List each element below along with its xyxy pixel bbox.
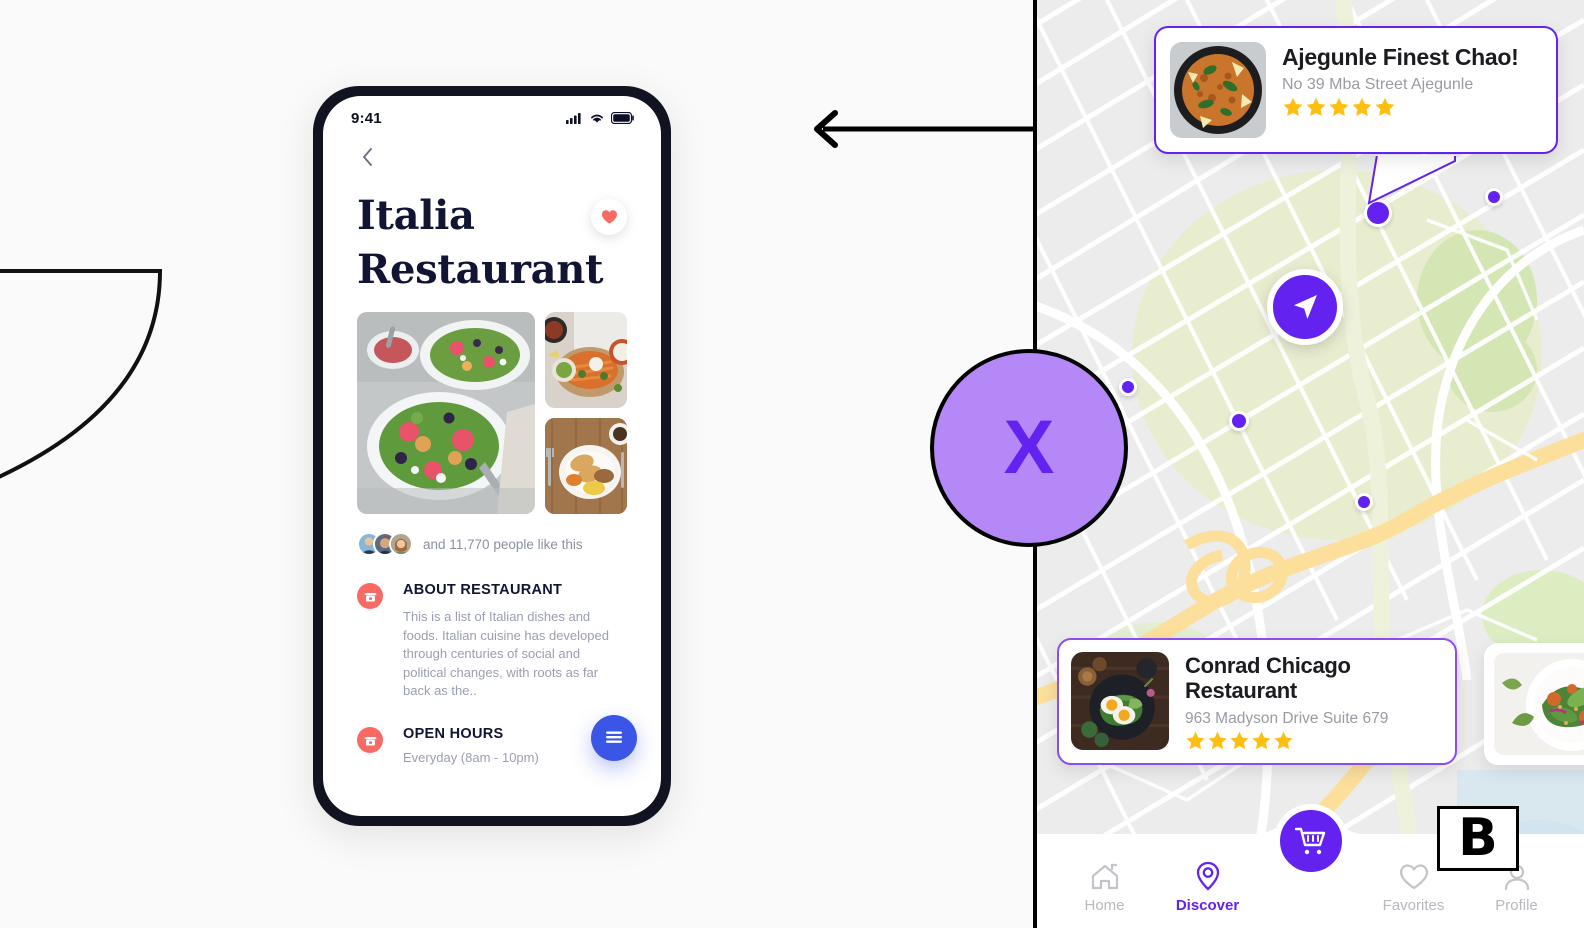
salad-bowls-photo [357,312,535,515]
left-arrow-annotation [814,110,1040,148]
title-row: Italia Restaurant [357,189,627,296]
rating-stars [1185,730,1443,751]
section-about-body: ABOUT RESTAURANT This is a list of Itali… [403,582,627,700]
nav-label: Profile [1495,897,1538,914]
map-pin-icon [1196,861,1219,891]
shopping-cart-icon [1294,827,1325,855]
home-icon [1091,863,1118,890]
menu-fab-button[interactable] [591,715,637,761]
phone-content: Italia Restaurant and 11,770 people like… [323,140,661,765]
avatar [389,532,413,557]
menu-list-icon [606,731,622,743]
callout-thumbnail [1170,42,1266,138]
cellular-signal-icon [566,113,581,124]
breakfast-plate-photo [545,418,627,515]
nav-item-home[interactable]: Home [1053,863,1156,914]
heart-outline-icon [1399,864,1428,890]
likes-text: and 11,770 people like this [423,536,583,552]
phone-mockup: 9:41 Italia Restaurant and 11,770 people… [313,86,671,826]
gallery-image-3[interactable] [545,418,627,515]
map-marker-dot[interactable] [1485,188,1503,206]
restaurant-callout-card[interactable]: Ajegunle Finest Chao! No 39 Mba Street A… [1154,26,1558,154]
callout-address: No 39 Mba Street Ajegunle [1282,75,1474,93]
wifi-icon [591,114,603,123]
section-text: This is a list of Italian dishes and foo… [403,609,609,698]
bottom-card-thumbnail [1071,652,1169,751]
star-icon [1208,731,1227,750]
status-bar: 9:41 [323,96,661,140]
status-time: 9:41 [351,109,382,127]
gallery-image-2[interactable] [545,312,627,409]
store-icon [357,727,383,754]
page-title: Italia Restaurant [357,192,604,293]
nav-label: Discover [1175,897,1240,914]
restaurant-peek-card[interactable] [1484,643,1584,765]
sweet-potato-salad-photo [1494,653,1584,755]
gallery-side-column [545,312,627,515]
battery-icon [611,112,634,124]
bottom-card-title: Conrad Chicago Restaurant [1185,653,1351,704]
map-marker-dot[interactable] [1355,493,1373,511]
avocado-egg-toast-photo [1071,652,1169,751]
bottom-card-address: 963 Madyson Drive Suite 679 [1185,710,1389,727]
callout-title: Ajegunle Finest Chao! [1282,44,1519,70]
star-icon [1252,731,1271,750]
avatar-stack [357,532,413,557]
star-icon [1352,97,1372,117]
map-marker-dot[interactable] [1229,411,1249,431]
phone-screen: 9:41 Italia Restaurant and 11,770 people… [323,96,661,816]
star-icon [1306,97,1326,117]
navigation-arrow-icon [1294,295,1317,319]
back-chevron-icon[interactable] [357,144,379,170]
star-icon [1375,97,1395,117]
map-marker-dot[interactable] [1119,378,1137,396]
cart-fab-button[interactable] [1273,804,1348,878]
peek-card-thumbnail [1494,653,1584,755]
nav-label: Home [1084,897,1125,914]
section-about-restaurant: ABOUT RESTAURANT This is a list of Itali… [357,582,627,700]
nav-item-discover[interactable]: Discover [1156,861,1259,914]
b-logo-label: B [1458,808,1498,869]
section-text: Everyday (8am - 10pm) [403,750,539,766]
quarter-arc-decoration [0,269,163,479]
callout-tail [1367,155,1457,205]
left-white-panel: 9:41 Italia Restaurant and 11,770 people… [0,0,1040,928]
screenshot-canvas: 9:41 Italia Restaurant and 11,770 people… [0,0,1584,928]
status-icons [566,112,635,124]
store-icon [357,583,383,610]
heart-icon [601,210,617,224]
bottom-card-body: Conrad Chicago Restaurant 963 Madyson Dr… [1185,652,1443,751]
gallery-image-main[interactable] [357,312,535,515]
callout-body: Ajegunle Finest Chao! No 39 Mba Street A… [1282,42,1542,138]
jollof-rice-pan-photo [1170,42,1266,138]
star-icon [1230,731,1249,750]
section-title: ABOUT RESTAURANT [403,582,563,599]
x-badge-label: X [1003,405,1055,490]
section-open-hours: OPEN HOURS Everyday (8am - 10pm) [357,726,627,765]
current-location-button[interactable] [1267,269,1343,345]
x-badge-overlay[interactable]: X [930,349,1128,547]
favorite-button[interactable] [591,199,627,235]
star-icon [1329,97,1349,117]
likes-row: and 11,770 people like this [357,532,627,557]
star-icon [1274,731,1293,750]
b-logo-badge: B [1437,806,1519,871]
star-icon [1283,97,1303,117]
restaurant-bottom-card[interactable]: Conrad Chicago Restaurant 963 Madyson Dr… [1057,638,1457,765]
star-icon [1186,731,1205,750]
rating-stars [1282,96,1542,118]
photo-gallery [357,312,627,515]
nav-label: Favorites [1382,897,1445,914]
tacos-platter-photo [545,312,627,409]
